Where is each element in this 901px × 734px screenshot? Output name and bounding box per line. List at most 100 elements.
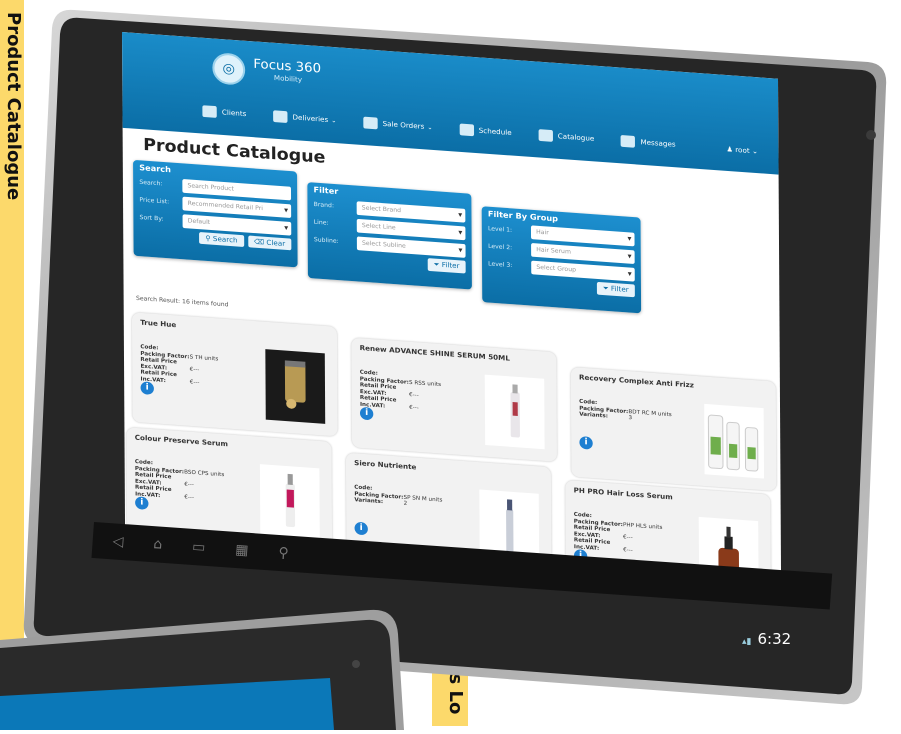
second-tablet-bezel (0, 600, 420, 730)
packing-units: units (649, 524, 663, 531)
dropdown-caret-icon: ▼ (284, 203, 288, 217)
dropdown-caret-icon: ▼ (458, 226, 462, 240)
nav-deliveries[interactable]: Deliveries⌄ (265, 105, 345, 132)
price-exc-value: €--- (409, 392, 419, 399)
price-exc-value: €--- (184, 482, 194, 489)
clear-button[interactable]: ⌫ Clear (248, 235, 292, 250)
search-button-label: Search (213, 235, 238, 245)
nav-label: Deliveries (292, 114, 328, 124)
brand-label: Brand: (314, 201, 357, 211)
nav-schedule[interactable]: Schedule (451, 118, 520, 144)
variants-value: 2 (404, 501, 408, 507)
product-title: Colour Preserve Serum (135, 434, 228, 448)
level3-value: Select Group (536, 263, 576, 273)
back-icon[interactable]: ◁ (112, 533, 124, 550)
price-inc-value: €--- (184, 494, 194, 501)
dropdown-caret-icon: ▼ (458, 208, 462, 222)
product-card[interactable]: True Hue Code: Packing Factor:S TH units… (132, 312, 338, 436)
product-image (704, 404, 764, 479)
filter-icon: ⏷ (603, 284, 609, 292)
product-title: Renew ADVANCE SHINE SERUM 50ML (360, 344, 510, 363)
price-exc-value: €--- (190, 367, 200, 374)
dropdown-caret-icon: ▼ (284, 221, 288, 235)
variants-value: 3 (628, 415, 632, 421)
sort-by-value: Default (188, 217, 211, 225)
dropdown-caret-icon: ▼ (627, 232, 631, 246)
group-filter-panel: Filter By Group Level 1:Hair▼ Level 2:Ha… (482, 206, 641, 313)
subline-label: Subline: (314, 236, 357, 246)
price-inc-value: €--- (190, 379, 200, 386)
clear-button-label: Clear (266, 239, 285, 248)
info-icon[interactable]: i (355, 522, 368, 536)
product-card[interactable]: Renew ADVANCE SHINE SERUM 50ML Code: Pac… (351, 338, 557, 462)
level1-label: Level 1: (488, 225, 531, 235)
nav-sale-orders[interactable]: Sale Orders⌄ (355, 111, 441, 139)
dropdown-caret-icon: ▼ (458, 243, 462, 257)
serum-bottle-image (504, 382, 525, 442)
info-icon[interactable]: i (141, 381, 154, 395)
packing-units: units (204, 355, 218, 362)
signal-icon: ▴▮ (742, 637, 751, 647)
product-meta: Code: Packing Factor:S RSS units Retail … (360, 370, 442, 414)
line-value: Select Line (362, 222, 396, 231)
filter-panel: Filter Brand: Select Brand ▼ Line: Select L… (307, 182, 472, 290)
deliveries-icon (273, 110, 287, 123)
chevron-down-icon: ⌄ (427, 124, 432, 131)
line-label: Line: (314, 219, 357, 229)
serum-bottle-image (279, 471, 300, 531)
user-label: root (735, 146, 749, 155)
product-meta: Code: Packing Factor:SP SN M units Varia… (354, 485, 442, 510)
price-list-label: Price List: (139, 196, 182, 206)
clear-icon: ⌫ (254, 238, 264, 247)
info-icon[interactable]: i (135, 496, 148, 510)
section-tab-label: Product Catalogue (3, 12, 24, 200)
chevron-down-icon: ⌄ (752, 147, 758, 155)
screenshot-icon[interactable]: ▦ (235, 542, 249, 559)
packing-value: BSO CPS (184, 469, 209, 477)
product-card[interactable]: Recovery Complex Anti Frizz Code: Packin… (571, 367, 777, 491)
user-menu[interactable]: ♟ root ⌄ (726, 145, 757, 155)
camera-dot (866, 130, 876, 140)
dropdown-caret-icon: ▼ (628, 267, 632, 281)
search-icon: ⚲ (205, 234, 210, 242)
app-logo: ◎ Focus 360 Mobility (212, 52, 321, 91)
second-tablet (0, 600, 420, 730)
serum-jar-image (275, 356, 316, 418)
info-icon[interactable]: i (360, 407, 373, 421)
product-image (485, 375, 545, 450)
filter-icon: ⏷ (434, 260, 440, 268)
price-list-value: Recommended Retail Pri (188, 199, 263, 211)
status-clock: ▴▮ 6:32 (742, 630, 791, 648)
price-inc-value: €--- (409, 405, 419, 412)
usb-icon: ⚲ (278, 545, 289, 562)
product-meta: Code: Packing Factor:BDT RC M units Vari… (579, 399, 672, 425)
price-exc-value: €--- (623, 534, 633, 541)
product-meta: Code: Packing Factor:BSO CPS units Retai… (135, 459, 225, 504)
nav-label: Catalogue (558, 132, 595, 142)
nav-messages[interactable]: Messages (613, 130, 684, 157)
filter-button[interactable]: ⏷ Filter (427, 258, 465, 273)
search-label: Search: (139, 179, 182, 189)
clients-icon (202, 105, 216, 118)
nav-clients[interactable]: Clients (194, 100, 255, 126)
search-button[interactable]: ⚲ Search (199, 232, 244, 247)
sort-by-label: Sort By: (140, 214, 183, 224)
product-title: PH PRO Hair Loss Serum (574, 486, 673, 501)
packing-value: BDT RC M (628, 409, 656, 417)
product-image (260, 464, 320, 539)
info-icon[interactable]: i (579, 436, 592, 450)
recent-apps-icon[interactable]: ▭ (192, 539, 206, 556)
home-icon[interactable]: ⌂ (153, 536, 163, 553)
clock-time: 6:32 (757, 630, 791, 648)
nav-label: Messages (640, 138, 675, 148)
level1-value: Hair (536, 228, 549, 236)
packing-value: S TH (190, 354, 203, 361)
nav-label: Sale Orders (383, 120, 425, 131)
packing-value: PHP HLS (623, 522, 647, 530)
packing-units: units (427, 381, 441, 388)
brand-value: Select Brand (362, 204, 401, 214)
search-result-count: Search Result: 16 items found (136, 295, 229, 308)
group-filter-button[interactable]: ⏷ Filter (597, 282, 635, 297)
filter-button-label: Filter (442, 261, 460, 270)
nav-catalogue[interactable]: Catalogue (530, 124, 603, 151)
